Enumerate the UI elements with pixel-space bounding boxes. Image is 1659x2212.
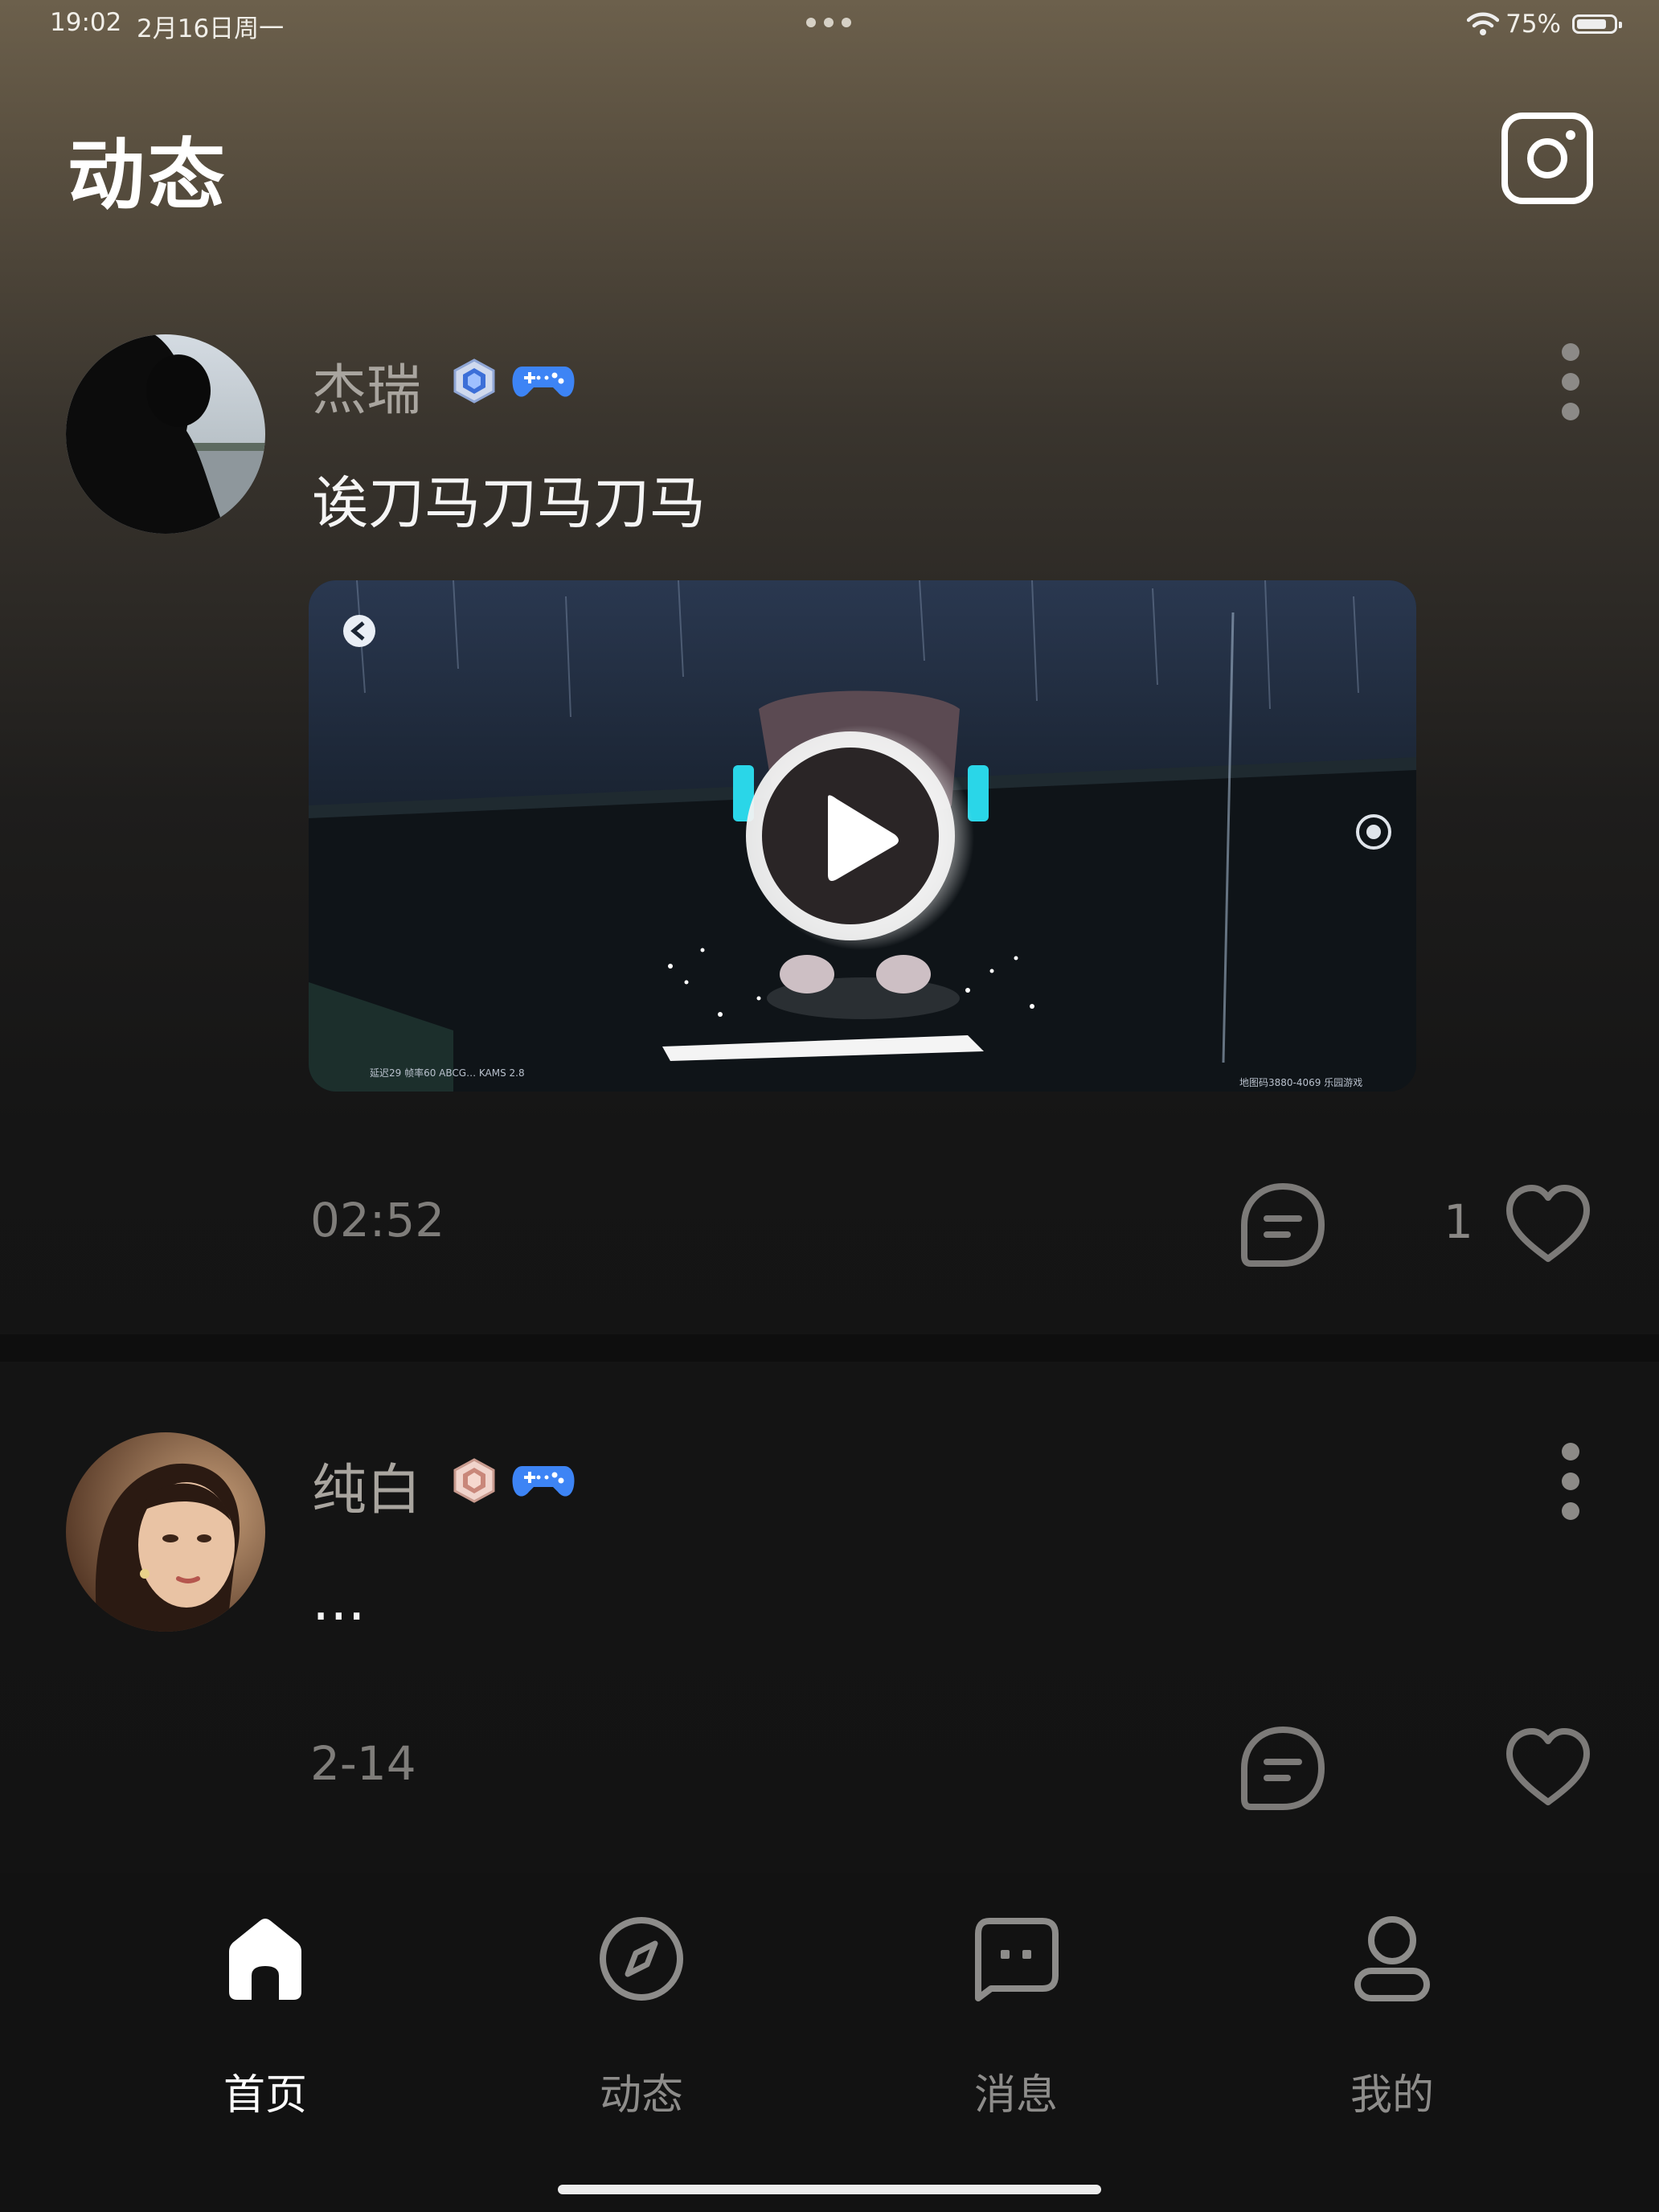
battery-percent: 75% <box>1505 10 1561 39</box>
comment-icon[interactable] <box>1238 1723 1328 1813</box>
avatar[interactable] <box>66 1432 265 1632</box>
video-thumbnail[interactable]: 延迟29 帧率60 ABCG… KAMS 2.8 地图码3880-4069 乐园… <box>309 580 1416 1092</box>
more-options-icon[interactable] <box>1555 338 1587 426</box>
profile-icon <box>1348 1915 1436 2003</box>
video-watermark-right: 地图码3880-4069 乐园游戏 <box>1239 1077 1363 1088</box>
page-title: 动态 <box>68 130 228 220</box>
post-divider <box>0 1334 1659 1362</box>
video-watermark-left: 延迟29 帧率60 ABCG… KAMS 2.8 <box>370 1067 525 1079</box>
post-text: ... <box>312 1567 366 1633</box>
post-text: 诶刀马刀马刀马 <box>312 470 706 536</box>
camera-icon[interactable] <box>1501 113 1593 204</box>
like-count: 1 <box>1444 1194 1473 1249</box>
rank-badge-icon <box>452 358 497 403</box>
battery-icon <box>1572 14 1622 34</box>
message-icon <box>972 1915 1060 2003</box>
post-date: 02:52 <box>310 1193 445 1247</box>
compass-icon <box>597 1915 686 2003</box>
tab-discover[interactable]: 动态 <box>545 1908 738 2120</box>
multitasking-dots-icon[interactable] <box>806 18 851 27</box>
status-date: 2月16日周一 <box>137 14 285 43</box>
gamepad-icon <box>511 1458 576 1503</box>
status-indicators: 75% <box>1467 6 1622 42</box>
tab-label: 首页 <box>223 2071 307 2120</box>
post-date: 2-14 <box>310 1736 416 1791</box>
wifi-icon <box>1467 12 1500 35</box>
tab-label: 消息 <box>973 2071 1058 2120</box>
play-button[interactable] <box>738 723 963 948</box>
tab-label: 动态 <box>599 2071 683 2120</box>
tab-profile[interactable]: 我的 <box>1296 1908 1489 2120</box>
home-icon <box>221 1915 309 2003</box>
rank-badge-icon <box>452 1458 497 1503</box>
comment-icon[interactable] <box>1238 1180 1328 1270</box>
tab-home[interactable]: 首页 <box>169 1908 362 2120</box>
post-author[interactable]: 杰瑞 <box>312 346 421 425</box>
tab-label: 我的 <box>1350 2071 1434 2120</box>
post-author[interactable]: 纯白 <box>312 1445 421 1525</box>
status-time: 19:02 <box>50 8 122 37</box>
emote-icon <box>1354 812 1394 852</box>
back-icon <box>341 612 378 649</box>
gamepad-icon <box>511 358 576 403</box>
home-indicator[interactable] <box>558 2185 1101 2194</box>
like-heart-icon[interactable] <box>1503 1180 1593 1270</box>
tab-messages[interactable]: 消息 <box>920 1908 1112 2120</box>
like-heart-icon[interactable] <box>1503 1723 1593 1813</box>
more-options-icon[interactable] <box>1555 1437 1587 1526</box>
avatar[interactable] <box>66 334 265 534</box>
